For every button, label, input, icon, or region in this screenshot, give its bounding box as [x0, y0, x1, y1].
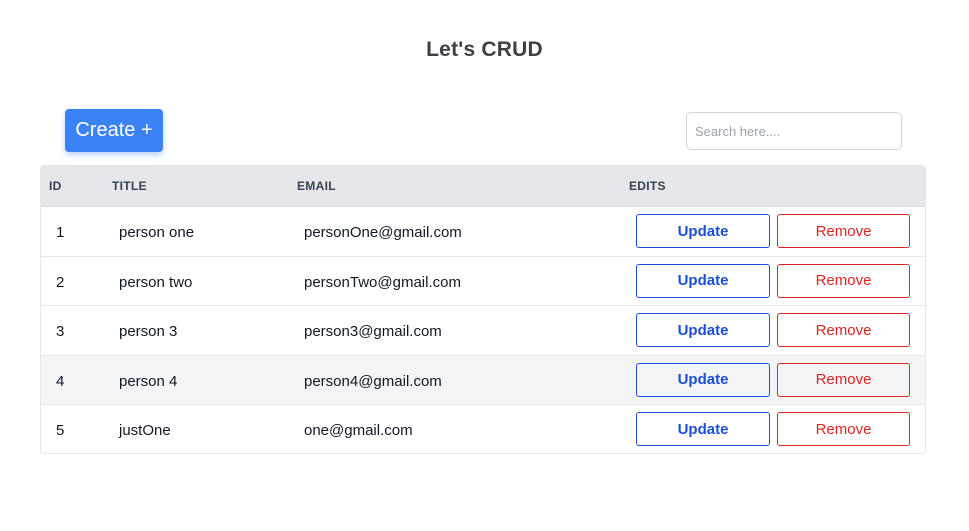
cell-email: person3@gmail.com — [304, 323, 442, 341]
update-button[interactable]: Update — [636, 263, 770, 298]
data-table: ID TITLE EMAIL EDITS 1 person one person… — [40, 165, 926, 454]
remove-button[interactable]: Remove — [777, 362, 910, 397]
update-button[interactable]: Update — [636, 313, 770, 348]
cell-id: 3 — [56, 323, 65, 341]
table-row: 3 person 3 person3@gmail.com Update Remo… — [41, 306, 925, 356]
update-button[interactable]: Update — [636, 214, 770, 248]
table-row: 5 justOne one@gmail.com Update Remove — [41, 405, 925, 453]
cell-title: justOne — [119, 422, 171, 440]
cell-email: personOne@gmail.com — [304, 224, 462, 241]
cell-id: 4 — [56, 372, 65, 390]
cell-title: person one — [119, 224, 195, 241]
cell-id: 2 — [56, 273, 65, 291]
cell-email: person4@gmail.com — [304, 372, 442, 390]
update-button[interactable]: Update — [636, 362, 770, 397]
cell-id: 5 — [56, 422, 65, 440]
cell-title: person 4 — [119, 372, 178, 390]
cell-email: one@gmail.com — [304, 422, 413, 440]
header-email: EMAIL — [297, 179, 336, 193]
remove-button[interactable]: Remove — [777, 412, 910, 447]
cell-title: person 3 — [119, 323, 178, 341]
remove-button[interactable]: Remove — [777, 313, 910, 348]
table-row: 1 person one personOne@gmail.com Update … — [41, 207, 925, 257]
create-button[interactable]: Create + — [65, 109, 163, 152]
header-id: ID — [49, 179, 62, 193]
header-title: TITLE — [112, 179, 147, 193]
cell-email: personTwo@gmail.com — [304, 273, 461, 291]
crud-page: Let's CRUD Create + ID TITLE EMAIL EDITS… — [0, 0, 969, 531]
table-row: 4 person 4 person4@gmail.com Update Remo… — [41, 355, 925, 406]
remove-button[interactable]: Remove — [777, 263, 910, 298]
search-input[interactable] — [686, 112, 902, 150]
page-title: Let's CRUD — [426, 38, 543, 61]
cell-id: 1 — [56, 224, 65, 241]
remove-button[interactable]: Remove — [777, 214, 910, 248]
header-edits: EDITS — [629, 179, 666, 193]
table-header: ID TITLE EMAIL EDITS — [41, 166, 925, 207]
update-button[interactable]: Update — [636, 412, 770, 447]
table-row: 2 person two personTwo@gmail.com Update … — [41, 256, 925, 307]
cell-title: person two — [119, 273, 193, 291]
